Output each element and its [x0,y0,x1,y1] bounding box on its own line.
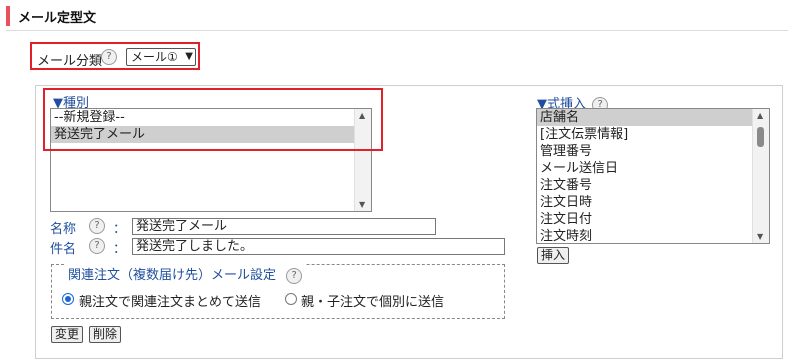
name-label: 名称 [50,222,77,237]
section-header: メール定型文 [0,0,791,32]
header-divider [6,30,788,31]
subject-colon: ： [113,242,127,257]
help-icon[interactable]: ? [89,238,105,254]
formula-list-item[interactable]: [注文伝票情報] [537,126,769,143]
page-title: メール定型文 [18,11,97,26]
radio-individual-send-label: 親・子注文で個別に送信 [301,295,445,310]
name-input[interactable]: 発送完了メール [132,218,436,235]
radio-individual-send[interactable] [285,293,297,305]
formula-list-item[interactable]: 注文日付 [537,211,769,228]
type-highlight-box [43,88,383,151]
subject-input[interactable]: 発送完了しました。 [132,238,505,255]
radio-bundle-send[interactable] [62,293,74,305]
change-button[interactable]: 変更 [51,326,83,343]
formula-list-item[interactable]: メール送信日 [537,160,769,177]
chevron-down-icon: ▼ [185,51,193,62]
mail-category-row: メール分類 ? メール① ▼ [30,42,200,70]
formula-list-item[interactable]: 注文時刻 [537,228,769,243]
delete-button[interactable]: 削除 [89,326,121,343]
scroll-down-icon[interactable]: ▼ [359,200,365,209]
mail-category-label: メール分類 [37,54,103,69]
formula-list-item[interactable]: 注文日時 [537,194,769,211]
help-icon[interactable]: ? [286,267,303,284]
scroll-thumb[interactable] [757,127,764,147]
header-accent-bar [6,6,10,26]
mail-category-selected: メール① [131,50,178,64]
formula-list-item[interactable]: 管理番号 [537,143,769,160]
mail-category-select[interactable]: メール① ▼ [126,48,196,66]
scroll-down-icon[interactable]: ▼ [757,232,763,241]
formula-list-item[interactable]: 注文番号 [537,177,769,194]
radio-bundle-send-label: 親注文で関連注文まとめて送信 [79,295,262,310]
formula-list-item-selected[interactable]: 店舗名 [537,109,752,126]
related-order-legend-text: 関連注文（複数届け先）メール設定 [68,268,277,283]
insert-button[interactable]: 挿入 [537,247,569,264]
help-icon[interactable]: ? [101,49,117,65]
subject-label: 件名 [50,242,77,257]
name-colon: ： [113,222,127,237]
formula-list-scrollbar[interactable]: ▲ ▼ [752,109,769,243]
related-order-legend: 関連注文（複数届け先）メール設定 ? [64,264,307,284]
scroll-up-icon[interactable]: ▲ [757,111,763,120]
formula-listbox[interactable]: 店舗名 [注文伝票情報] 管理番号 メール送信日 注文番号 注文日時 注文日付 … [536,108,770,244]
help-icon[interactable]: ? [89,218,105,234]
